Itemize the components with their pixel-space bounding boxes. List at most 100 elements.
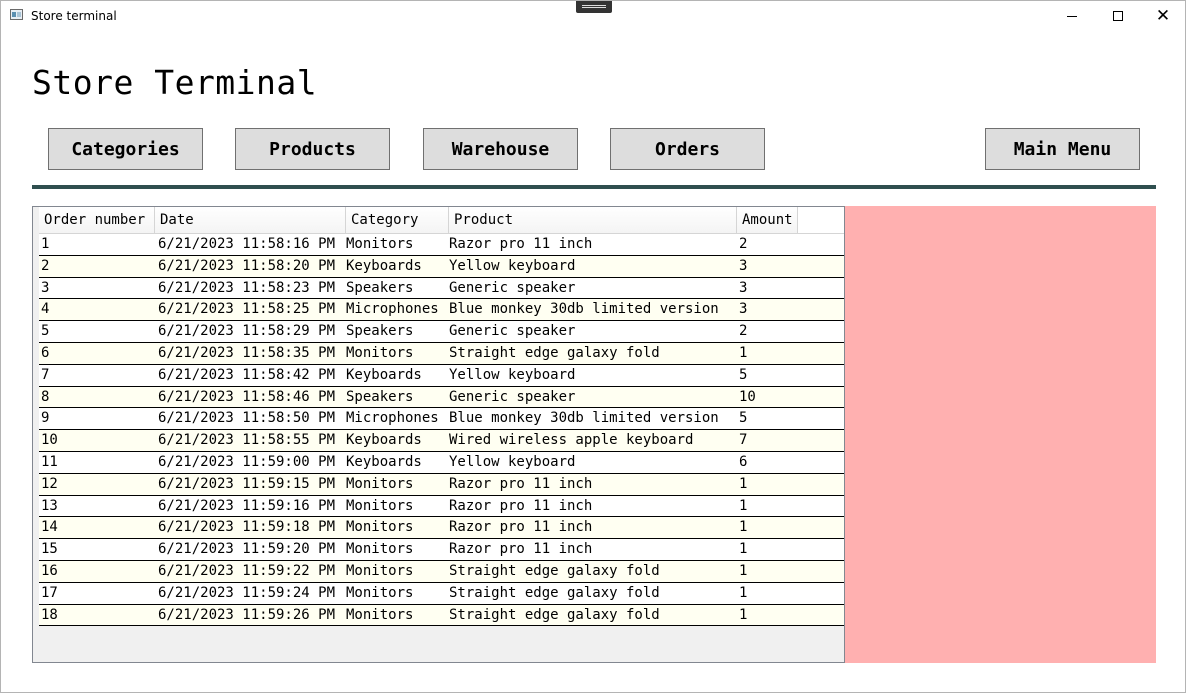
category-cell: Monitors — [346, 344, 414, 361]
category-cell: Monitors — [346, 236, 414, 252]
amount-cell: 6 — [739, 453, 748, 470]
amount-cell: 1 — [739, 344, 748, 361]
table-row[interactable]: 10 6/21/2023 11:58:55 PM Keyboards Wired wi… — [39, 430, 844, 452]
order-number-cell: 13 — [41, 497, 58, 514]
product-cell: Generic speaker — [449, 323, 576, 340]
column-header-date[interactable]: Date — [155, 207, 346, 233]
header-divider — [32, 185, 1156, 189]
date-cell: 6/21/2023 11:58:29 PM — [158, 323, 336, 340]
table-row[interactable]: 6 6/21/2023 11:58:35 PM Monitors Straight e… — [39, 342, 844, 365]
column-header-order-number[interactable]: Order number — [39, 207, 155, 233]
amount-cell: 2 — [739, 323, 748, 340]
table-row[interactable]: 3 6/21/2023 11:58:23 PM Speakers Generic sp… — [39, 277, 844, 300]
amount-cell: 1 — [739, 497, 748, 514]
order-number-cell: 15 — [41, 541, 58, 558]
table-row[interactable]: 5 6/21/2023 11:58:29 PM Speakers Generic sp… — [39, 321, 844, 343]
grid-header-row: Order number Date Category Product Amoun… — [39, 207, 844, 234]
side-panel — [845, 206, 1156, 663]
minimize-icon — [1067, 16, 1077, 17]
orders-button[interactable]: Orders — [610, 128, 765, 170]
date-cell: 6/21/2023 11:59:00 PM — [158, 453, 336, 470]
date-cell: 6/21/2023 11:58:35 PM — [158, 344, 336, 361]
window-title: Store terminal — [31, 9, 117, 23]
order-number-cell: 18 — [41, 606, 58, 623]
order-number-cell: 16 — [41, 562, 58, 579]
maximize-button[interactable] — [1095, 1, 1141, 31]
order-number-cell: 11 — [41, 453, 58, 470]
order-number-cell: 6 — [41, 344, 50, 361]
product-cell: Razor pro 11 inch — [449, 541, 593, 558]
order-number-cell: 3 — [41, 279, 50, 296]
close-button[interactable]: ✕ — [1140, 1, 1186, 31]
product-cell: Straight edge galaxy fold — [449, 344, 660, 361]
product-cell: Straight edge galaxy fold — [449, 606, 660, 623]
warehouse-button[interactable]: Warehouse — [423, 128, 578, 170]
table-row[interactable]: 14 6/21/2023 11:59:18 PM Monitors Razor pro… — [39, 517, 844, 540]
main-menu-button[interactable]: Main Menu — [985, 128, 1140, 170]
minimize-button[interactable] — [1049, 1, 1095, 31]
table-row[interactable]: 15 6/21/2023 11:59:20 PM Monitors Razor pro… — [39, 539, 844, 561]
product-cell: Yellow keyboard — [449, 257, 576, 274]
amount-cell: 3 — [739, 279, 748, 296]
order-number-cell: 1 — [41, 236, 50, 252]
date-cell: 6/21/2023 11:58:23 PM — [158, 279, 336, 296]
category-cell: Monitors — [346, 519, 414, 536]
column-header-product[interactable]: Product — [449, 207, 737, 233]
column-header-amount[interactable]: Amount — [737, 207, 798, 233]
table-row[interactable]: 16 6/21/2023 11:59:22 PM Monitors Straight … — [39, 560, 844, 583]
date-cell: 6/21/2023 11:59:15 PM — [158, 475, 336, 492]
order-number-cell: 14 — [41, 519, 58, 536]
page-title: Store Terminal — [32, 63, 318, 102]
category-cell: Monitors — [346, 475, 414, 492]
date-cell: 6/21/2023 11:58:46 PM — [158, 388, 336, 405]
category-cell: Monitors — [346, 497, 414, 514]
date-cell: 6/21/2023 11:58:16 PM — [158, 236, 336, 252]
column-header-category[interactable]: Category — [346, 207, 449, 233]
order-number-cell: 5 — [41, 323, 50, 340]
product-cell: Razor pro 11 inch — [449, 236, 593, 252]
grid-body: 1 6/21/2023 11:58:16 PM Monitors Razor pro … — [39, 234, 844, 627]
table-row[interactable]: 8 6/21/2023 11:58:46 PM Speakers Generic sp… — [39, 386, 844, 409]
date-cell: 6/21/2023 11:59:20 PM — [158, 541, 336, 558]
amount-cell: 1 — [739, 562, 748, 579]
table-row[interactable]: 4 6/21/2023 11:58:25 PM Microphones Blue mo… — [39, 299, 844, 322]
amount-cell: 5 — [739, 366, 748, 383]
date-cell: 6/21/2023 11:58:42 PM — [158, 366, 336, 383]
table-row[interactable]: 18 6/21/2023 11:59:26 PM Monitors Straight … — [39, 604, 844, 627]
table-row[interactable]: 12 6/21/2023 11:59:15 PM Monitors Razor pro… — [39, 473, 844, 496]
amount-cell: 5 — [739, 410, 748, 427]
amount-cell: 10 — [739, 388, 756, 405]
order-number-cell: 12 — [41, 475, 58, 492]
table-row[interactable]: 2 6/21/2023 11:58:20 PM Keyboards Yellow ke… — [39, 255, 844, 278]
product-cell: Yellow keyboard — [449, 453, 576, 470]
table-row[interactable]: 7 6/21/2023 11:58:42 PM Keyboards Yellow ke… — [39, 364, 844, 387]
category-cell: Speakers — [346, 279, 414, 296]
date-cell: 6/21/2023 11:58:25 PM — [158, 301, 336, 318]
orders-grid[interactable]: Order number Date Category Product Amoun… — [32, 206, 845, 663]
amount-cell: 2 — [739, 236, 748, 252]
order-number-cell: 7 — [41, 366, 50, 383]
title-bar[interactable]: Store terminal ✕ — [1, 1, 1185, 31]
date-cell: 6/21/2023 11:58:55 PM — [158, 432, 336, 449]
product-cell: Straight edge galaxy fold — [449, 584, 660, 601]
order-number-cell: 8 — [41, 388, 50, 405]
products-button[interactable]: Products — [235, 128, 390, 170]
category-cell: Keyboards — [346, 453, 422, 470]
table-row[interactable]: 13 6/21/2023 11:59:16 PM Monitors Razor pro… — [39, 495, 844, 518]
table-row[interactable]: 9 6/21/2023 11:58:50 PM Microphones Blue mo… — [39, 408, 844, 431]
table-row[interactable]: 11 6/21/2023 11:59:00 PM Keyboards Yellow k… — [39, 451, 844, 474]
amount-cell: 1 — [739, 606, 748, 623]
date-cell: 6/21/2023 11:59:16 PM — [158, 497, 336, 514]
order-number-cell: 2 — [41, 257, 50, 274]
product-cell: Razor pro 11 inch — [449, 497, 593, 514]
category-cell: Keyboards — [346, 366, 422, 383]
category-cell: Monitors — [346, 584, 414, 601]
product-cell: Generic speaker — [449, 388, 576, 405]
category-cell: Monitors — [346, 606, 414, 623]
amount-cell: 1 — [739, 519, 748, 536]
drag-grip-icon[interactable] — [576, 1, 612, 13]
table-row[interactable]: 17 6/21/2023 11:59:24 PM Monitors Straight … — [39, 582, 844, 605]
table-row[interactable]: 1 6/21/2023 11:58:16 PM Monitors Razor pro … — [39, 234, 844, 256]
categories-button[interactable]: Categories — [48, 128, 203, 170]
date-cell: 6/21/2023 11:59:18 PM — [158, 519, 336, 536]
